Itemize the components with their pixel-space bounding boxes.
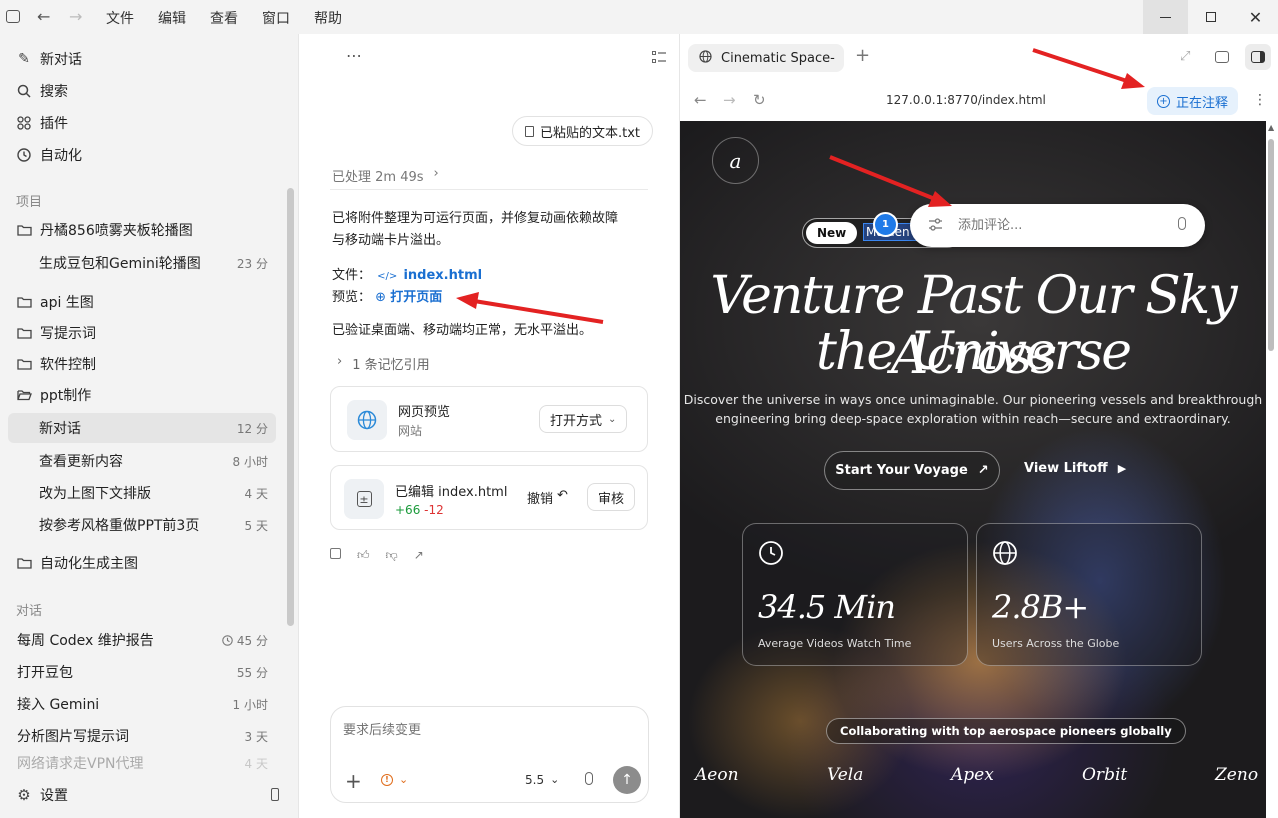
annotation-arrows <box>456 48 1145 324</box>
arrow-to-annotating <box>1032 48 1145 89</box>
arrow-to-preview-link <box>456 292 604 324</box>
arrow-to-comment <box>829 155 952 207</box>
